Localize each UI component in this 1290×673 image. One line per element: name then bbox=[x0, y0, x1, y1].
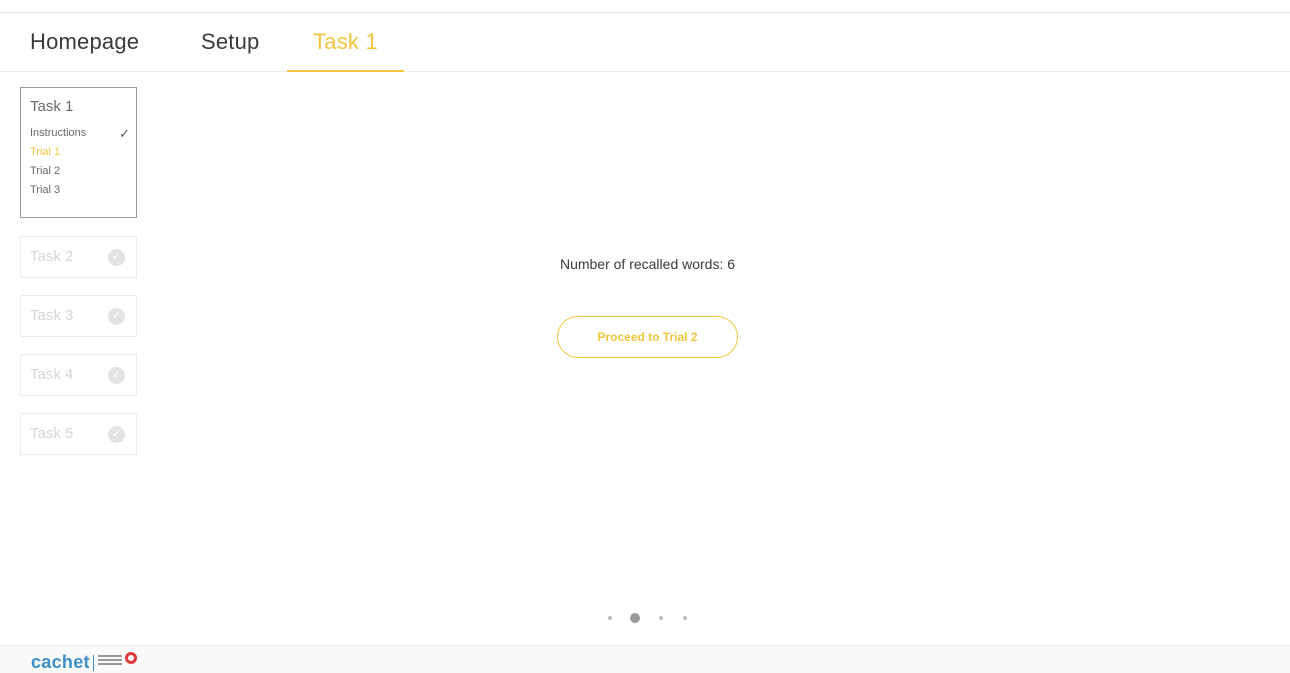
tab-setup[interactable]: Setup bbox=[201, 13, 260, 72]
task-5-card[interactable]: Task 5 ✓ bbox=[20, 413, 137, 455]
check-circle-icon: ✓ bbox=[108, 367, 125, 384]
pager-dot-active[interactable] bbox=[630, 613, 640, 623]
pager-dot[interactable] bbox=[608, 616, 612, 620]
top-navigation: Homepage Setup Task 1 bbox=[0, 13, 1290, 72]
task-2-card[interactable]: Task 2 ✓ bbox=[20, 236, 137, 278]
task-1-title: Task 1 bbox=[30, 98, 74, 115]
page-indicator bbox=[600, 610, 700, 626]
recalled-words-result: Number of recalled words: 6 bbox=[559, 256, 736, 272]
tab-homepage[interactable]: Homepage bbox=[30, 13, 139, 72]
task-1-card[interactable]: Task 1 Instructions ✓ Trial 1 Trial 2 Tr… bbox=[20, 87, 137, 218]
task-3-card[interactable]: Task 3 ✓ bbox=[20, 295, 137, 337]
footer: cachet bbox=[0, 645, 1290, 673]
task-5-label: Task 5 bbox=[30, 425, 74, 442]
sub-item-trial-3[interactable]: Trial 3 bbox=[30, 181, 130, 200]
logo-divider bbox=[92, 655, 94, 671]
proceed-to-trial-2-button[interactable]: Proceed to Trial 2 bbox=[557, 316, 738, 358]
sub-item-trial-2[interactable]: Trial 2 bbox=[30, 162, 130, 181]
check-circle-icon: ✓ bbox=[108, 249, 125, 266]
task-3-label: Task 3 bbox=[30, 307, 74, 324]
check-circle-icon: ✓ bbox=[108, 308, 125, 325]
pager-dot[interactable] bbox=[659, 616, 663, 620]
cachet-logo: cachet bbox=[31, 652, 138, 673]
sub-item-label: Instructions bbox=[30, 127, 87, 139]
task-2-label: Task 2 bbox=[30, 248, 74, 265]
logo-mark-icon bbox=[97, 652, 138, 672]
task-4-label: Task 4 bbox=[30, 366, 74, 383]
sub-item-instructions[interactable]: Instructions ✓ bbox=[30, 124, 130, 143]
sub-item-trial-1[interactable]: Trial 1 bbox=[30, 143, 130, 162]
task-4-card[interactable]: Task 4 ✓ bbox=[20, 354, 137, 396]
check-circle-icon: ✓ bbox=[108, 426, 125, 443]
tab-task-1[interactable]: Task 1 bbox=[287, 13, 404, 72]
logo-wordmark: cachet bbox=[31, 652, 90, 672]
pager-dot[interactable] bbox=[683, 616, 687, 620]
check-icon: ✓ bbox=[119, 126, 130, 141]
